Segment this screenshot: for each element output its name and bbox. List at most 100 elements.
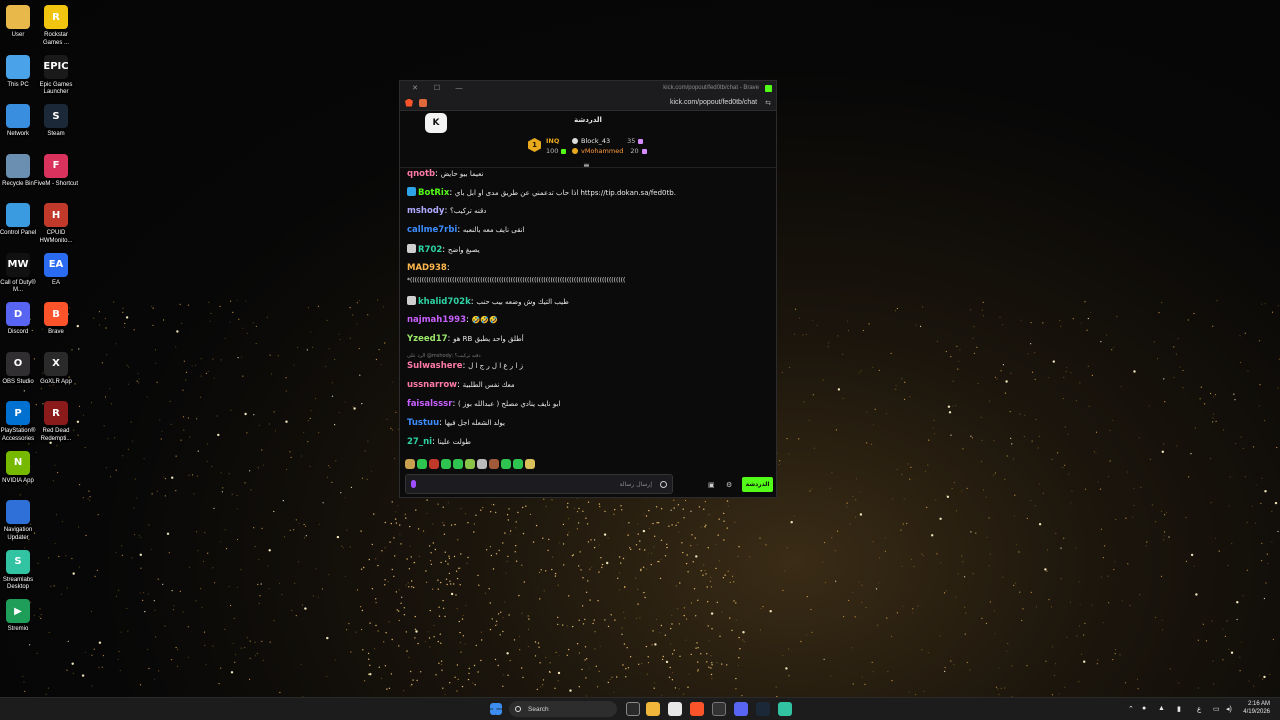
chat-message[interactable]: Yzeed17: هو RB أطلق واحد يطبق <box>407 334 524 344</box>
leader-name[interactable]: vMohammed <box>581 147 623 155</box>
notepad-icon[interactable] <box>668 702 682 716</box>
brave-rewards-icon[interactable] <box>405 98 413 107</box>
chat-username[interactable]: callme7rbi <box>407 225 457 235</box>
desktop-icon-label: CPUID HWMonito... <box>39 230 73 244</box>
minimize-icon[interactable]: — <box>448 85 470 92</box>
chat-messages[interactable]: qnotb: نعيما بيو حايض BotRix: اذا حاب تدع… <box>407 169 769 471</box>
brave-shield-icon[interactable] <box>419 98 427 107</box>
emote-icon[interactable] <box>453 459 463 469</box>
chat-message[interactable]: callme7rbi: انقى نايف معه بالنعبه <box>407 225 525 235</box>
discord-taskbar-icon[interactable] <box>734 702 748 716</box>
language-indicator[interactable]: ع <box>1197 705 1201 713</box>
emote-icon[interactable] <box>513 459 523 469</box>
chat-username[interactable]: najmah1993 <box>407 315 466 325</box>
start-icon[interactable] <box>490 703 502 715</box>
emote-icon[interactable] <box>441 459 451 469</box>
chat-send-button[interactable]: الدردشة <box>742 477 773 492</box>
chat-input[interactable]: إرسال رسالة <box>405 474 673 494</box>
chat-message-text: ابو نايف ينادي مصلح ( عبدالله بوز ) <box>458 400 561 408</box>
emote-icon[interactable] <box>417 459 427 469</box>
file-explorer-icon[interactable] <box>646 702 660 716</box>
taskbar[interactable]: Search ⌃ ● ▲ ▮ ع ▭ ◂) 2:16 AM 4/19/2026 <box>0 697 1280 720</box>
url-text[interactable]: kick.com/popout/fed0tb/chat <box>431 99 765 106</box>
tray-app-icon[interactable]: ▲ <box>1158 705 1165 712</box>
desktop-icon[interactable]: EA EA <box>34 252 78 288</box>
chat-message[interactable]: R702: يصبغ واضح <box>407 244 480 255</box>
chat-message[interactable]: khalid702k: طيب التيك وش وضعه بيب حنب <box>407 296 569 307</box>
show-hidden-icons-icon[interactable]: ⌃ <box>1128 705 1134 713</box>
brave-taskbar-icon[interactable] <box>690 702 704 716</box>
desktop-icon[interactable]: S Steam <box>34 104 78 139</box>
desktop-icon[interactable]: F FiveM - Shortcut <box>34 153 78 189</box>
emote-icon[interactable] <box>429 459 439 469</box>
desktop-icon[interactable]: R Red Dead Redempti... <box>34 401 78 443</box>
chat-message[interactable]: Sulwashere: ز ا ر ع ا ل ر ج ا ل <box>407 361 523 371</box>
clock-date[interactable]: 4/19/2026 <box>1236 709 1270 715</box>
chat-message[interactable]: Tustuu: يولد الشعله اجل فيها <box>407 418 505 428</box>
chat-username[interactable]: MAD938 <box>407 263 447 273</box>
close-icon[interactable]: ✕ <box>404 84 426 92</box>
chat-message[interactable]: MAD938: <box>407 263 450 273</box>
desktop-icon[interactable]: S Streamlabs Desktop <box>0 549 40 592</box>
chat-username[interactable]: Yzeed17 <box>407 334 448 344</box>
desktop-icon-label: Rockstar Games ... <box>42 32 69 46</box>
desktop-icon[interactable]: X GoXLR App <box>34 351 78 387</box>
chat-username[interactable]: 27_ni <box>407 437 432 447</box>
browser-window[interactable]: ✕ ☐ — kick.com/popout/fed0tb/chat - Brav… <box>399 80 777 498</box>
desktop-icon[interactable]: H CPUID HWMonito... <box>34 203 78 245</box>
chat-username[interactable]: Tustuu <box>407 418 439 428</box>
maximize-icon[interactable]: ☐ <box>426 84 448 92</box>
chat-message[interactable]: 27_ni: طولت علينا <box>407 437 471 447</box>
gear-icon[interactable]: ⚙ <box>726 481 734 489</box>
desktop-icon[interactable]: ▶ Stremio <box>0 599 40 634</box>
gift-leaderboard[interactable]: 1 INQ 100 Block_43 35 vMohammed 20 <box>528 135 658 159</box>
emote-icon[interactable] <box>525 459 535 469</box>
reply-preview[interactable]: الرد على @mshody: دقنه تركيب؟ <box>407 353 481 359</box>
emote-icon[interactable] <box>465 459 475 469</box>
desktop-icon[interactable]: EPIC Epic Games Launcher <box>34 54 78 97</box>
translate-icon[interactable]: ⇆ <box>765 99 771 107</box>
gift-shop-icon[interactable]: ▣ <box>708 481 716 489</box>
chat-message[interactable]: BotRix: اذا حاب تدعمني عن طريق مدى او اب… <box>407 187 676 198</box>
desktop-icon[interactable]: R Rockstar Games ... <box>34 5 78 47</box>
chat-message[interactable]: faisalsssr: ابو نايف ينادي مصلح ( عبدالل… <box>407 399 560 409</box>
chat-message[interactable]: ussnarrow: معك نفس الطلبية <box>407 380 515 390</box>
desktop-icon[interactable]: B Brave <box>34 302 78 337</box>
emote-icon[interactable] <box>477 459 487 469</box>
emote-icon[interactable] <box>501 459 511 469</box>
chat-input-placeholder[interactable]: إرسال رسالة <box>416 481 660 488</box>
tray-steam-icon[interactable]: ● <box>1142 705 1146 712</box>
taskbar-search[interactable]: Search <box>509 701 617 717</box>
emoji-icon[interactable] <box>660 480 667 488</box>
emote-icon[interactable] <box>405 459 415 469</box>
chat-message[interactable]: najmah1993: 🤣🤣🤣 <box>407 315 498 325</box>
chat-message-text: معك نفس الطلبية <box>462 381 515 389</box>
tray-mic-icon[interactable]: ▮ <box>1177 705 1181 713</box>
clock-time[interactable]: 2:16 AM <box>1236 701 1270 707</box>
network-icon[interactable]: ▭ <box>1213 705 1220 713</box>
chat-username[interactable]: ussnarrow <box>407 380 457 390</box>
task-view-icon[interactable] <box>626 702 640 716</box>
address-bar[interactable]: kick.com/popout/fed0tb/chat ⇆ <box>400 95 776 111</box>
goxlr-taskbar-icon[interactable] <box>712 702 726 716</box>
chat-username[interactable]: mshody <box>407 206 444 216</box>
chat-username[interactable]: Sulwashere <box>407 361 463 371</box>
chat-username[interactable]: faisalsssr <box>407 399 452 409</box>
desktop-icon[interactable]: Navigation Updater <box>0 500 40 542</box>
title-bar[interactable]: ✕ ☐ — kick.com/popout/fed0tb/chat - Brav… <box>400 81 776 95</box>
steam-taskbar-icon[interactable] <box>756 702 770 716</box>
chat-username[interactable]: khalid702k <box>418 297 471 307</box>
volume-icon[interactable]: ◂) <box>1226 705 1232 713</box>
chat-username[interactable]: R702 <box>418 245 442 255</box>
chat-username[interactable]: BotRix <box>418 188 449 198</box>
chat-message[interactable]: mshody: دقنه تركيب؟ <box>407 206 486 216</box>
chat-message[interactable]: qnotb: نعيما بيو حايض <box>407 169 483 179</box>
leader-name[interactable]: INQ <box>546 137 559 145</box>
desktop-icon[interactable]: N NVIDIA App <box>0 450 40 486</box>
emote-icon[interactable] <box>489 459 499 469</box>
chat-username[interactable]: qnotb <box>407 169 435 179</box>
leader-name[interactable]: Block_43 <box>581 137 610 145</box>
emote-bar[interactable] <box>405 458 535 470</box>
streamlabs-taskbar-icon[interactable] <box>778 702 792 716</box>
kick-logo-icon[interactable]: K <box>425 113 447 133</box>
